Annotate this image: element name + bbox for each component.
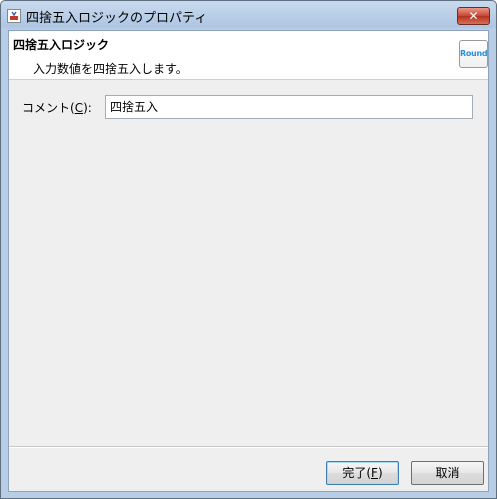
dialog-content: 四捨五入ロジック 入力数値を四捨五入します。 Round コメント(C): 四捨… [8, 30, 489, 492]
comment-label-suffix: ): [83, 101, 92, 115]
properties-dialog: 四捨五入ロジックのプロパティ ✕ 四捨五入ロジック 入力数値を四捨五入します。 … [0, 0, 497, 499]
title-bar[interactable]: 四捨五入ロジックのプロパティ ✕ [1, 1, 496, 30]
round-logic-icon: Round [459, 40, 488, 68]
close-icon: ✕ [468, 9, 479, 23]
header-banner: 四捨五入ロジック 入力数値を四捨五入します。 Round [9, 31, 488, 80]
comment-input[interactable]: 四捨五入 [105, 95, 473, 119]
banner-description: 入力数値を四捨五入します。 [33, 62, 188, 76]
app-icon[interactable] [7, 9, 21, 23]
finish-label-prefix: 完了( [342, 466, 372, 480]
finish-button[interactable]: 完了(F) [326, 461, 399, 485]
banner-title: 四捨五入ロジック [13, 38, 110, 52]
window-title: 四捨五入ロジックのプロパティ [26, 11, 208, 26]
footer-divider [9, 446, 488, 448]
comment-mnemonic: C [74, 101, 84, 115]
cancel-button[interactable]: 取消 [411, 461, 484, 485]
comment-label-prefix: コメント( [22, 101, 75, 115]
finish-label-suffix: ) [377, 466, 383, 480]
finish-mnemonic: F [371, 466, 378, 480]
comment-label: コメント(C): [22, 99, 92, 116]
close-button[interactable]: ✕ [457, 7, 490, 25]
